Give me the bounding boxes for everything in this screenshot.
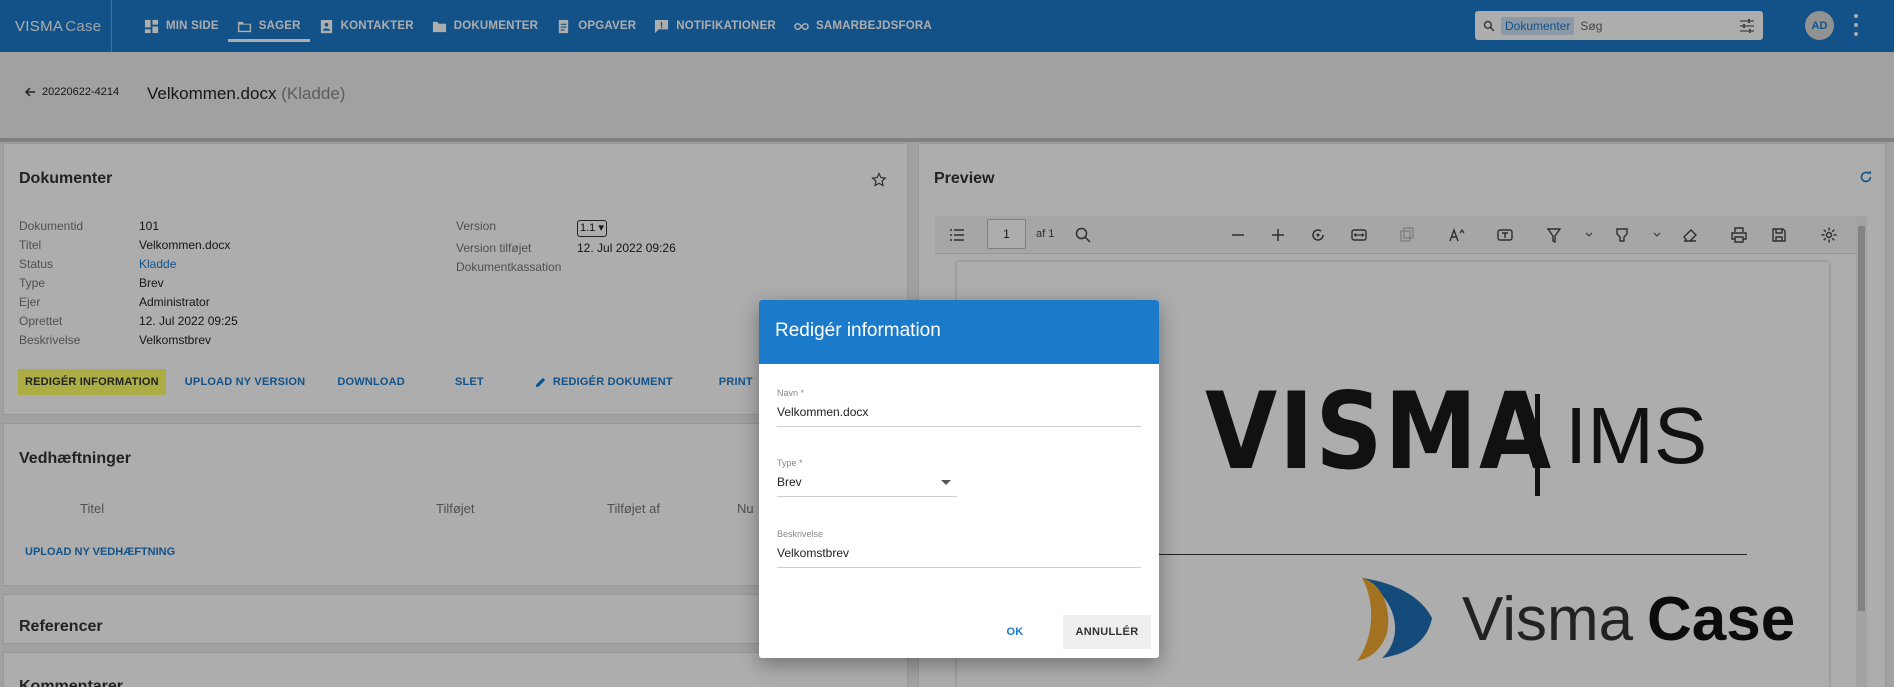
edit-information-dialog: Redigér information Navn * Velkommen.doc… [759,300,1159,658]
dialog-title: Redigér information [759,300,1159,364]
ok-button[interactable]: OK [989,615,1041,649]
description-label: Beskrivelse [777,529,824,539]
type-field[interactable]: Type * Brev [777,458,957,497]
name-input[interactable]: Velkommen.docx [777,405,1141,427]
name-field[interactable]: Navn * Velkommen.docx [777,388,1141,427]
type-label: Type * [777,458,803,468]
type-value: Brev [777,475,802,489]
type-select[interactable]: Brev [777,475,957,497]
description-input[interactable]: Velkomstbrev [777,546,1141,568]
dropdown-caret-icon [941,479,951,485]
cancel-button[interactable]: ANNULLÉR [1063,615,1151,649]
name-label: Navn * [777,388,805,398]
description-field[interactable]: Beskrivelse Velkomstbrev [777,529,1141,568]
